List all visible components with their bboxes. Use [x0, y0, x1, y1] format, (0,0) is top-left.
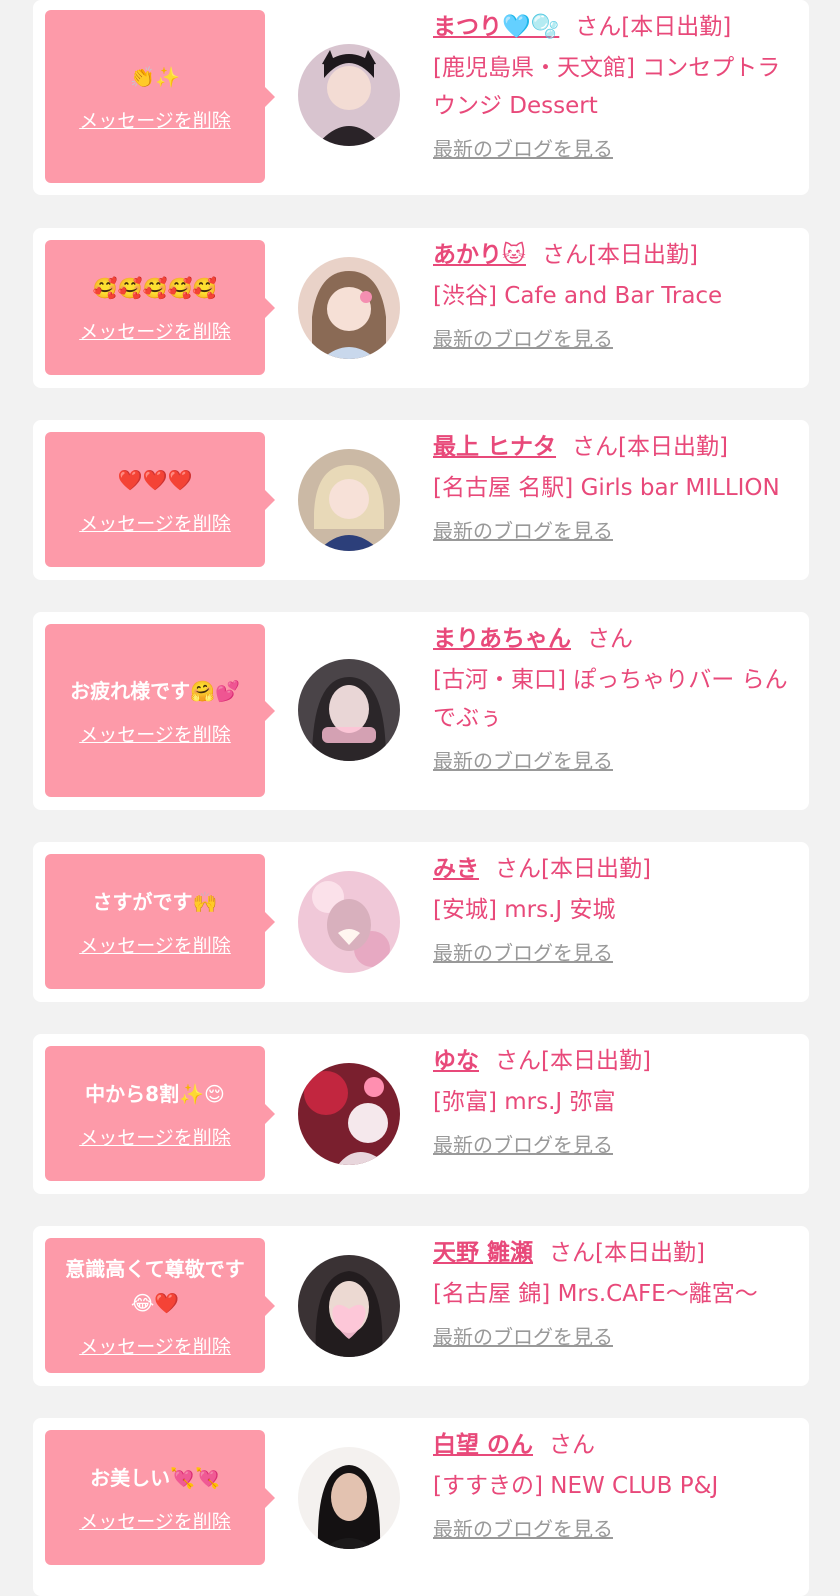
cast-info: あかり🐱 さん[本日出勤] [渋谷] Cafe and Bar Trace 最新の… [433, 238, 801, 352]
avatar[interactable] [298, 449, 400, 551]
cast-status: さん[本日出勤] [495, 856, 651, 882]
cast-name-link[interactable]: まつり🩵🫧 [433, 14, 559, 40]
avatar[interactable] [298, 1255, 400, 1357]
cast-info: ゆな さん[本日出勤] [弥富] mrs.J 弥富 最新のブログを見る [433, 1044, 801, 1158]
message-card: お美しい💘💘 メッセージを削除 白望 のん さん [すすきの] NEW CLUB … [33, 1418, 809, 1596]
message-card: ❤️❤️❤️ メッセージを削除 最上 ヒナタ さん[本日出勤] [名古屋 名駅] … [33, 420, 809, 580]
latest-blog-link[interactable]: 最新のブログを見る [433, 323, 613, 352]
cast-info: みき さん[本日出勤] [安城] mrs.J 安城 最新のブログを見る [433, 852, 801, 966]
cast-status: さん[本日出勤] [575, 14, 732, 40]
message-bubble: 意識高くて尊敬です😂❤️ メッセージを削除 [45, 1238, 275, 1373]
cast-info: 最上 ヒナタ さん[本日出勤] [名古屋 名駅] Girls bar MILLIO… [433, 430, 801, 544]
avatar[interactable] [298, 871, 400, 973]
name-line: 最上 ヒナタ さん[本日出勤] [433, 430, 801, 464]
name-line: みき さん[本日出勤] [433, 852, 801, 886]
name-line: 白望 のん さん [433, 1428, 801, 1462]
cast-info: 天野 雛瀬 さん[本日出勤] [名古屋 錦] Mrs.CAFE～離宮～ 最新のブロ… [433, 1236, 801, 1350]
latest-blog-link[interactable]: 最新のブログを見る [433, 1129, 613, 1158]
avatar[interactable] [298, 44, 400, 146]
cast-info: 白望 のん さん [すすきの] NEW CLUB P&J 最新のブログを見る [433, 1428, 801, 1542]
cast-name-link[interactable]: ゆな [433, 1048, 479, 1074]
delete-message-link[interactable]: メッセージを削除 [79, 509, 231, 536]
message-card: 🥰🥰🥰🥰🥰 メッセージを削除 あかり🐱 さん[本日出勤] [渋谷] Cafe an… [33, 228, 809, 388]
message-text: 👏✨ [130, 65, 180, 89]
message-card: 意識高くて尊敬です😂❤️ メッセージを削除 天野 雛瀬 さん[本日出勤] [名古屋… [33, 1226, 809, 1386]
cast-status: さん[本日出勤] [495, 1048, 651, 1074]
message-card: 中から8割✨😌 メッセージを削除 ゆな さん[本日出勤] [弥富] mrs.J 弥… [33, 1034, 809, 1194]
cast-status: さん[本日出勤] [549, 1240, 705, 1266]
shop-name: [鹿児島県・天文館] コンセプトラウンジ Dessert [433, 55, 781, 119]
avatar[interactable] [298, 257, 400, 359]
delete-message-link[interactable]: メッセージを削除 [79, 1507, 231, 1534]
shop-name: [安城] mrs.J 安城 [433, 897, 616, 923]
shop-name: [弥富] mrs.J 弥富 [433, 1089, 616, 1115]
shop-name: [渋谷] Cafe and Bar Trace [433, 283, 723, 309]
avatar[interactable] [298, 1063, 400, 1165]
message-card: さすがです🙌 メッセージを削除 みき さん[本日出勤] [安城] mrs.J 安城… [33, 842, 809, 1002]
cast-info: まりあちゃん さん [古河・東口] ぽっちゃりバー らんでぶぅ 最新のブログを見る [433, 622, 801, 774]
message-text: 意識高くて尊敬です😂❤️ [65, 1257, 245, 1315]
name-line: まりあちゃん さん [433, 622, 801, 656]
message-bubble: 👏✨ メッセージを削除 [45, 10, 275, 183]
name-line: ゆな さん[本日出勤] [433, 1044, 801, 1078]
shop-name: [名古屋 錦] Mrs.CAFE～離宮～ [433, 1281, 758, 1307]
cast-name-link[interactable]: 天野 雛瀬 [433, 1240, 533, 1266]
cast-status: さん [587, 626, 633, 652]
message-card: 👏✨ メッセージを削除 まつり🩵🫧 さん[本日出勤] [鹿児島県・天文館] コンセ… [33, 0, 809, 195]
cast-name-link[interactable]: あかり🐱 [433, 242, 526, 268]
shop-name: [すすきの] NEW CLUB P&J [433, 1473, 719, 1499]
cast-name-link[interactable]: 白望 のん [433, 1432, 533, 1458]
latest-blog-link[interactable]: 最新のブログを見る [433, 1513, 613, 1542]
latest-blog-link[interactable]: 最新のブログを見る [433, 515, 613, 544]
cast-name-link[interactable]: みき [433, 856, 479, 882]
message-bubble: 🥰🥰🥰🥰🥰 メッセージを削除 [45, 240, 275, 375]
delete-message-link[interactable]: メッセージを削除 [79, 1123, 231, 1150]
name-line: 天野 雛瀬 さん[本日出勤] [433, 1236, 801, 1270]
cast-status: さん [549, 1432, 596, 1458]
cast-info: まつり🩵🫧 さん[本日出勤] [鹿児島県・天文館] コンセプトラウンジ Desse… [433, 10, 801, 162]
message-bubble: お美しい💘💘 メッセージを削除 [45, 1430, 275, 1565]
delete-message-link[interactable]: メッセージを削除 [79, 1332, 231, 1359]
message-bubble: お疲れ様です🤗💕 メッセージを削除 [45, 624, 275, 797]
name-line: あかり🐱 さん[本日出勤] [433, 238, 801, 272]
latest-blog-link[interactable]: 最新のブログを見る [433, 937, 613, 966]
shop-name: [名古屋 名駅] Girls bar MILLION [433, 475, 780, 501]
cast-name-link[interactable]: 最上 ヒナタ [433, 434, 556, 460]
cast-name-link[interactable]: まりあちゃん [433, 626, 571, 652]
latest-blog-link[interactable]: 最新のブログを見る [433, 1321, 613, 1350]
message-bubble: 中から8割✨😌 メッセージを削除 [45, 1046, 275, 1181]
latest-blog-link[interactable]: 最新のブログを見る [433, 745, 613, 774]
message-text: 中から8割✨😌 [85, 1082, 225, 1106]
name-line: まつり🩵🫧 さん[本日出勤] [433, 10, 801, 44]
cast-status: さん[本日出勤] [572, 434, 728, 460]
avatar[interactable] [298, 1447, 400, 1549]
delete-message-link[interactable]: メッセージを削除 [79, 931, 231, 958]
latest-blog-link[interactable]: 最新のブログを見る [433, 133, 613, 162]
shop-name: [古河・東口] ぽっちゃりバー らんでぶぅ [433, 667, 788, 731]
message-card: お疲れ様です🤗💕 メッセージを削除 まりあちゃん さん [古河・東口] ぽっちゃり… [33, 612, 809, 810]
delete-message-link[interactable]: メッセージを削除 [79, 106, 231, 133]
message-bubble: ❤️❤️❤️ メッセージを削除 [45, 432, 275, 567]
avatar[interactable] [298, 659, 400, 761]
delete-message-link[interactable]: メッセージを削除 [79, 720, 231, 747]
cast-status: さん[本日出勤] [541, 242, 698, 268]
message-bubble: さすがです🙌 メッセージを削除 [45, 854, 275, 989]
message-text: お疲れ様です🤗💕 [70, 679, 240, 703]
message-text: 🥰🥰🥰🥰🥰 [92, 276, 218, 300]
message-text: お美しい💘💘 [90, 1466, 220, 1490]
message-text: さすがです🙌 [92, 890, 218, 914]
message-text: ❤️❤️❤️ [117, 468, 193, 492]
delete-message-link[interactable]: メッセージを削除 [79, 317, 231, 344]
